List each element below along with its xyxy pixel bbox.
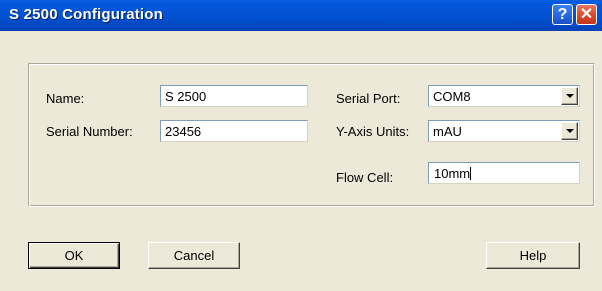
name-input[interactable]: S 2500 xyxy=(160,85,308,107)
flow-cell-value: 10mm xyxy=(434,166,471,181)
serial-number-input[interactable]: 23456 xyxy=(160,120,308,142)
ok-button[interactable]: OK xyxy=(28,242,120,269)
configuration-dialog: S 2500 Configuration ? ✕ Name: S 2500 Se… xyxy=(0,0,602,291)
name-label: Name: xyxy=(46,91,85,106)
chevron-down-icon[interactable] xyxy=(561,87,578,105)
cancel-button[interactable]: Cancel xyxy=(148,242,240,269)
y-axis-units-select[interactable]: mAU xyxy=(428,120,580,142)
title-bar[interactable]: S 2500 Configuration ? ✕ xyxy=(0,0,602,31)
flow-cell-label: Flow Cell: xyxy=(336,170,394,185)
help-button[interactable]: Help xyxy=(486,242,580,269)
serial-port-value: COM8 xyxy=(433,89,471,104)
y-axis-units-label: Y-Axis Units: xyxy=(336,124,410,139)
y-axis-units-value: mAU xyxy=(433,124,462,139)
chevron-down-icon[interactable] xyxy=(561,122,578,140)
help-icon[interactable]: ? xyxy=(552,4,573,25)
window-title: S 2500 Configuration xyxy=(9,6,164,23)
flow-cell-input[interactable]: 10mm xyxy=(428,162,580,184)
serial-number-label: Serial Number: xyxy=(46,124,133,139)
close-icon[interactable]: ✕ xyxy=(576,4,597,25)
serial-port-label: Serial Port: xyxy=(336,91,401,106)
text-caret xyxy=(470,167,472,180)
serial-port-select[interactable]: COM8 xyxy=(428,85,580,107)
